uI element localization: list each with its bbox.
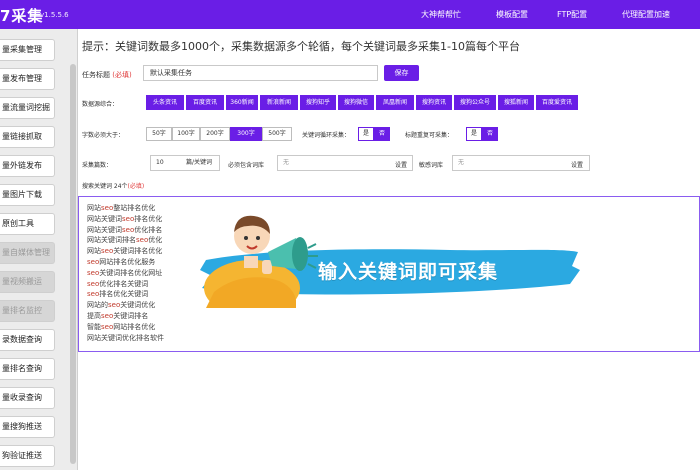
source-sogou-weixin[interactable]: 搜狗微信 <box>338 95 374 110</box>
source-ifeng[interactable]: 凤凰新闻 <box>376 95 414 110</box>
source-sina[interactable]: 新浪新闻 <box>260 95 298 110</box>
keyword-line: 提高seo关键词排名 <box>87 312 149 320</box>
source-sohu[interactable]: 搜狐新闻 <box>498 95 534 110</box>
must-include-input[interactable]: 无 <box>277 155 413 171</box>
sensitive-set[interactable]: 设置 <box>571 160 583 169</box>
keyword-line: 网站关键词seo排名优化 <box>87 214 163 223</box>
sidebar-item-data-query[interactable]: 录数据查询 <box>0 329 55 351</box>
app-version: v1.5.5.6 <box>40 11 69 19</box>
title-repeat-label: 标题重复可采集： <box>405 132 454 139</box>
nav-proxy-config[interactable]: 代理配置加速 <box>622 9 670 20</box>
sidebar-item-sogou-push[interactable]: 量搜狗推送 <box>0 416 55 438</box>
source-toutiao[interactable]: 头条资讯 <box>146 95 184 110</box>
keyword-line: 网站关键词排名seo优化 <box>87 236 163 245</box>
collect-count-input[interactable]: 10 篇/关键词 <box>150 155 220 171</box>
sidebar-scrollbar[interactable] <box>70 64 76 464</box>
sidebar-item-media: 量自媒体管理 <box>0 242 55 264</box>
sidebar-item-traffic-words[interactable]: 量流量词挖掘 <box>0 97 55 119</box>
keyword-line: 智能seo网站排名优化 <box>87 322 156 331</box>
keyword-line: seo网站排名优化服务 <box>87 258 156 266</box>
sidebar-item-image-download[interactable]: 量图片下载 <box>0 184 55 206</box>
sidebar-item-video: 量视频搬运 <box>0 271 55 293</box>
nav-ftp-config[interactable]: FTP配置 <box>557 9 587 20</box>
source-baidu-aizixun[interactable]: 百度爱资讯 <box>536 95 578 110</box>
nav-template-config[interactable]: 模板配置 <box>496 9 528 20</box>
title-repeat-yes[interactable]: 是 <box>466 127 482 141</box>
sources-label: 数据源综合： <box>82 101 119 108</box>
collect-count-label: 采集篇数： <box>82 162 113 169</box>
task-title-label: 任务标题 (必填) <box>82 71 132 79</box>
sidebar-item-publish[interactable]: 量发布管理 <box>0 68 55 90</box>
app-logo: 7采集 <box>0 7 44 25</box>
sidebar-item-rank-query[interactable]: 量排名查询 <box>0 358 55 380</box>
source-sogou-zhihu[interactable]: 搜狗知乎 <box>300 95 336 110</box>
source-baidu[interactable]: 百度资讯 <box>186 95 224 110</box>
character-illustration <box>204 215 318 308</box>
sidebar-item-rank-monitor: 量排名监控 <box>0 300 55 322</box>
save-button[interactable]: 保存 <box>384 65 419 81</box>
sidebar-item-link-crawl[interactable]: 量链接抓取 <box>0 126 55 148</box>
sidebar-item-index-query[interactable]: 量收录查询 <box>0 387 55 409</box>
sensitive-input[interactable]: 无 <box>452 155 590 171</box>
kw-loop-no[interactable]: 否 <box>374 127 390 141</box>
keyword-line: 网站seo关键词排名优化 <box>87 247 163 256</box>
sensitive-label: 敏感词库 <box>419 162 444 169</box>
keyword-line: seo关键词排名优化网址 <box>87 268 163 277</box>
sidebar: 量采集管理 量发布管理 量流量词挖掘 量链接抓取 量外链发布 量图片下载 原创工… <box>0 29 78 470</box>
word-count-label: 字数必须大于： <box>82 132 125 139</box>
task-title-input[interactable]: 默认采集任务 <box>143 65 378 81</box>
collect-count-unit: 篇/关键词 <box>186 159 213 166</box>
source-360[interactable]: 360新闻 <box>226 95 258 110</box>
keyword-line: 网站的seo关键词优化 <box>87 301 156 310</box>
source-sogou-info[interactable]: 搜狗资讯 <box>416 95 452 110</box>
word-count-300[interactable]: 300字 <box>230 127 262 141</box>
word-count-200[interactable]: 200字 <box>200 127 230 141</box>
word-count-100[interactable]: 100字 <box>172 127 200 141</box>
kw-loop-label: 关键词循环采集： <box>302 132 351 139</box>
keyword-line: seo排名优化关键词 <box>87 290 149 299</box>
hint-text: 提示：关键词数最多1000个，采集数据源多个轮循，每个关键词最多采集1-10篇每… <box>82 40 520 53</box>
keyword-line: 网站seo整站排名优化 <box>87 204 156 212</box>
keyword-line: 网站关键词优化排名软件 <box>87 333 164 342</box>
word-count-50[interactable]: 50字 <box>146 127 172 141</box>
keyword-line: 网站关键词seo优化排名 <box>87 225 163 234</box>
keyword-line: seo优化排名关键词 <box>87 279 149 288</box>
must-include-set[interactable]: 设置 <box>395 160 407 169</box>
kw-loop-yes[interactable]: 是 <box>358 127 374 141</box>
must-include-label: 必须包含词库 <box>228 162 265 169</box>
source-sogou-gzh[interactable]: 搜狗公众号 <box>454 95 496 110</box>
sidebar-item-sogou-verify[interactable]: 狗验证推送 <box>0 445 55 467</box>
banner-text: 输入关键词即可采集 <box>318 261 499 283</box>
top-bar: 7采集 v1.5.5.6 大神帮帮忙 模板配置 FTP配置 代理配置加速 <box>0 0 700 29</box>
word-count-500[interactable]: 500字 <box>262 127 292 141</box>
keywords-label: 搜索关键词 24个(必填) <box>82 183 145 190</box>
sidebar-item-backlink[interactable]: 量外链发布 <box>0 155 55 177</box>
sidebar-item-original-tool[interactable]: 原创工具 <box>0 213 55 235</box>
sidebar-item-collect[interactable]: 量采集管理 <box>0 39 55 61</box>
title-repeat-no[interactable]: 否 <box>482 127 498 141</box>
nav-help[interactable]: 大神帮帮忙 <box>421 9 461 20</box>
